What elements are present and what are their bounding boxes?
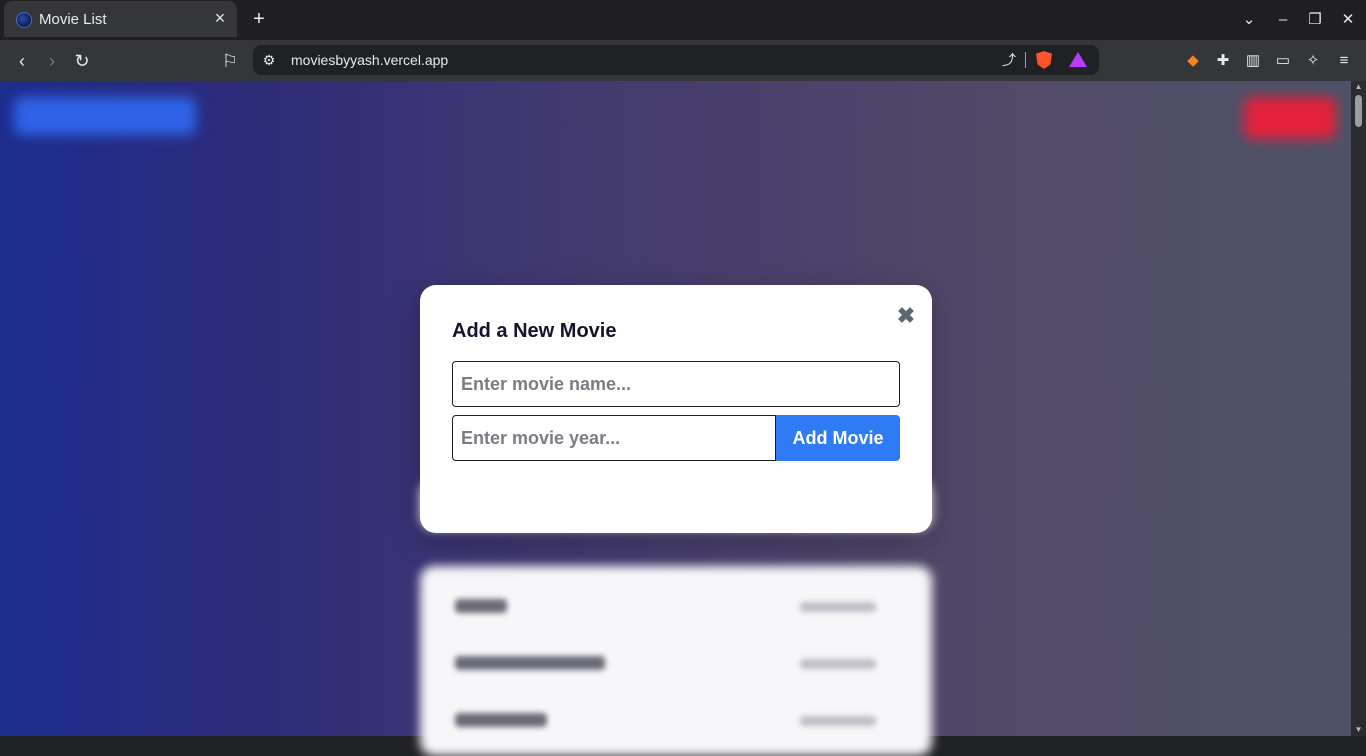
window-close-icon[interactable]: ✕	[1339, 11, 1357, 29]
add-movie-button[interactable]: Add Movie	[776, 415, 900, 461]
movie-favicon-icon	[16, 12, 32, 28]
brave-shields-icon[interactable]	[1036, 51, 1052, 69]
menu-icon[interactable]: ≡	[1334, 51, 1354, 71]
add-movie-modal: Add a New Movie ✖ Add Movie	[420, 285, 932, 533]
blurred-list-item-year	[800, 716, 876, 726]
reload-icon[interactable]: ↻	[72, 51, 92, 71]
minimize-icon[interactable]: –	[1274, 11, 1292, 29]
blurred-list-item	[455, 599, 507, 613]
tab-strip: Movie List × + ⌄ – ❐ ✕	[0, 0, 1366, 40]
new-tab-icon[interactable]: +	[250, 9, 268, 29]
movie-name-input[interactable]	[452, 361, 900, 407]
sidebar-icon[interactable]: ▥	[1243, 51, 1263, 71]
scroll-down-icon[interactable]: ▼	[1351, 724, 1366, 736]
browser-tab[interactable]: Movie List ×	[4, 1, 237, 37]
blurred-logout-button	[1244, 97, 1336, 139]
tab-search-icon[interactable]: ⌄	[1240, 11, 1258, 29]
modal-title: Add a New Movie	[452, 320, 617, 342]
back-icon[interactable]: ‹	[12, 51, 32, 71]
blurred-list-item	[455, 713, 547, 727]
tab-title: Movie List	[39, 11, 107, 28]
leo-icon[interactable]: ✧	[1303, 51, 1323, 71]
blurred-list-item-year	[800, 659, 876, 669]
page-scrollbar[interactable]: ▲ ▼	[1351, 81, 1366, 736]
address-bar[interactable]: ⚙ moviesbyyash.vercel.app ⤴	[253, 45, 1099, 75]
movie-year-input[interactable]	[452, 415, 776, 461]
forward-icon[interactable]: ›	[42, 51, 62, 71]
browser-toolbar: ‹ › ↻ ⚐ ⚙ moviesbyyash.vercel.app ⤴ ◆ ✚ …	[0, 40, 1366, 81]
metamask-icon[interactable]: ◆	[1183, 51, 1203, 71]
close-modal-icon[interactable]: ✖	[894, 304, 918, 328]
scroll-up-icon[interactable]: ▲	[1351, 81, 1366, 93]
blurred-header-button	[14, 97, 196, 135]
scroll-thumb[interactable]	[1355, 95, 1362, 127]
omnibox-divider	[1025, 52, 1026, 68]
blurred-list-item-year	[800, 602, 876, 612]
url-text[interactable]: moviesbyyash.vercel.app	[291, 52, 448, 68]
close-tab-icon[interactable]: ×	[211, 9, 229, 27]
share-icon[interactable]: ⤴	[1000, 51, 1018, 69]
extensions-icon[interactable]: ✚	[1213, 51, 1233, 71]
site-info-icon[interactable]: ⚙	[260, 51, 278, 69]
blurred-list-item	[455, 656, 605, 670]
brave-rewards-icon[interactable]	[1069, 52, 1087, 67]
wallet-icon[interactable]: ▭	[1273, 51, 1293, 71]
maximize-icon[interactable]: ❐	[1306, 11, 1324, 29]
bookmark-icon[interactable]: ⚐	[220, 51, 240, 71]
